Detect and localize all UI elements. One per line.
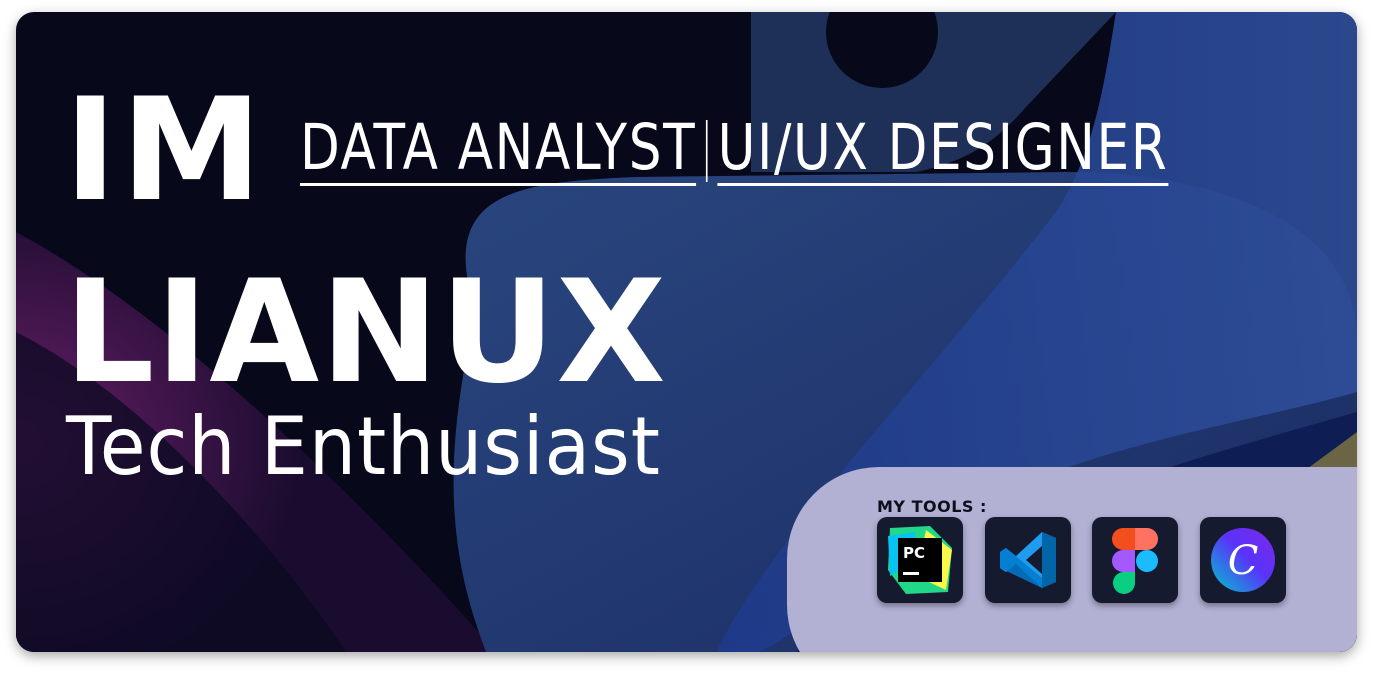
tools-panel: MY TOOLS : PC C bbox=[787, 467, 1357, 652]
pycharm-badge: PC bbox=[903, 544, 925, 562]
pycharm-icon: PC bbox=[888, 526, 952, 594]
tool-pycharm[interactable]: PC bbox=[877, 517, 963, 603]
canva-badge: C bbox=[1228, 538, 1259, 584]
vscode-icon bbox=[1000, 532, 1056, 588]
tools-label: MY TOOLS : bbox=[877, 497, 987, 516]
canva-icon: C bbox=[1211, 528, 1275, 592]
banner-card: IM DATA ANALYST UI/UX DESIGNER LIANUX Te… bbox=[16, 12, 1357, 652]
role-data-analyst: DATA ANALYST bbox=[300, 111, 697, 186]
role-uiux-designer: UI/UX DESIGNER bbox=[717, 111, 1169, 186]
roles-row: DATA ANALYST UI/UX DESIGNER bbox=[300, 111, 1169, 186]
role-divider bbox=[706, 120, 708, 182]
figma-icon bbox=[1112, 528, 1158, 594]
hero-line-2: LIANUX bbox=[64, 250, 667, 415]
tool-vscode[interactable] bbox=[985, 517, 1071, 603]
tool-canva[interactable]: C bbox=[1200, 517, 1286, 603]
tool-figma[interactable] bbox=[1092, 517, 1178, 603]
hero-tagline: Tech Enthusiast bbox=[66, 400, 661, 493]
hero-line-1: IM bbox=[64, 68, 267, 233]
